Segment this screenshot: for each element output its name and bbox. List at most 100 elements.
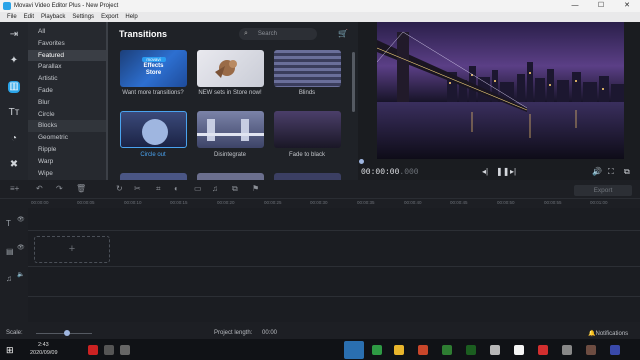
cut-icon[interactable]: ✂ — [134, 184, 141, 193]
add-track-icon[interactable]: ≡+ — [10, 184, 19, 193]
transition-wizard-icon[interactable]: ▭ — [194, 184, 202, 193]
taskbar-app-icon[interactable] — [372, 345, 382, 355]
cart-icon[interactable]: 🛒 — [338, 29, 348, 38]
taskbar-app-icon[interactable] — [88, 345, 98, 355]
tile-disintegrate[interactable] — [197, 111, 264, 148]
media-drop-zone[interactable]: + — [34, 236, 110, 263]
detach-icon[interactable]: ⧉ — [624, 167, 630, 177]
search-input[interactable]: ⌕ Search — [239, 28, 317, 40]
category-ripple[interactable]: Ripple — [28, 144, 108, 156]
tile-blinds[interactable] — [274, 50, 341, 87]
category-favorites[interactable]: Favorites — [28, 38, 108, 50]
tile-row3-b[interactable] — [197, 173, 264, 180]
category-warp[interactable]: Warp — [28, 156, 108, 168]
marker-icon[interactable]: ⚑ — [252, 184, 259, 193]
category-artistic[interactable]: Artistic — [28, 73, 108, 85]
undo-icon[interactable]: ↶ — [36, 184, 43, 193]
taskbar-app-icon[interactable] — [514, 345, 524, 355]
windows-start-icon[interactable]: ⊞ — [6, 345, 14, 356]
delete-icon[interactable]: 🗑 — [76, 184, 86, 193]
tile-row3-c[interactable] — [274, 173, 341, 180]
category-featured[interactable]: Featured — [28, 49, 108, 62]
tile-circle-out[interactable] — [120, 111, 187, 148]
mute-icon[interactable]: 🔈 — [17, 271, 24, 278]
taskbar-app-icon[interactable] — [490, 345, 500, 355]
ruler-tick: 00:00:45 — [450, 200, 468, 205]
taskbar-app-icon[interactable] — [394, 345, 404, 355]
scale-label: Scale: — [6, 330, 23, 336]
tile-new-sets[interactable] — [197, 50, 264, 87]
stickers-button[interactable]: ◔ — [0, 126, 28, 152]
highlight-icon[interactable]: ⧉ — [232, 184, 238, 194]
close-button[interactable]: ✕ — [614, 0, 640, 12]
taskbar-app-icon[interactable] — [344, 341, 364, 359]
store-badge-small: movavi — [141, 57, 166, 62]
taskbar-app-icon[interactable] — [104, 345, 114, 355]
taskbar-app-icon[interactable] — [418, 345, 428, 355]
ruler-tick: 00:00:00 — [31, 200, 49, 205]
taskbar-app-icon[interactable] — [466, 345, 476, 355]
audio-icon[interactable]: ♫ — [212, 184, 218, 193]
taskbar-app-icon[interactable] — [562, 345, 572, 355]
taskbar-app-icon[interactable] — [120, 345, 130, 355]
next-frame-button[interactable]: ▸| — [510, 167, 516, 176]
menu-playback[interactable]: Playback — [41, 14, 65, 20]
ruler-tick: 00:01:00 — [590, 200, 608, 205]
bridge-night-image — [377, 22, 624, 159]
timecode-main: 00:00:00 — [361, 168, 400, 177]
prev-frame-button[interactable]: ◂| — [482, 167, 488, 176]
track-divider — [28, 266, 640, 267]
menu-help[interactable]: Help — [125, 14, 137, 20]
menu-edit[interactable]: Edit — [24, 14, 34, 20]
transitions-button[interactable]: ▥ — [0, 74, 28, 100]
pause-button[interactable]: ❚❚ — [496, 167, 509, 176]
category-geometric[interactable]: Geometric — [28, 132, 108, 144]
more-tools-button[interactable]: ✖ — [0, 152, 28, 178]
export-button[interactable]: Export — [574, 185, 632, 196]
timeline-tracks[interactable]: + — [28, 208, 640, 322]
rotate-icon[interactable]: ↻ — [116, 184, 123, 193]
fullscreen-icon[interactable]: ⛶ — [608, 167, 614, 177]
taskbar-app-icon[interactable] — [610, 345, 620, 355]
magic-wand-icon: ✦ — [9, 55, 19, 66]
notifications-link[interactable]: 🔔Notifications — [588, 330, 628, 337]
menu-file[interactable]: File — [7, 14, 17, 20]
filters-button[interactable]: ✦ — [0, 48, 28, 74]
category-blocks[interactable]: Blocks — [28, 120, 108, 133]
taskbar-app-icon[interactable] — [586, 345, 596, 355]
bird-thumbnail — [215, 60, 237, 78]
taskbar-app-icon[interactable] — [442, 345, 452, 355]
category-all[interactable]: All — [28, 26, 108, 38]
menu-export[interactable]: Export — [101, 14, 118, 20]
visibility-icon[interactable]: 👁 — [17, 244, 25, 251]
minimize-button[interactable]: — — [562, 0, 588, 12]
tile-fade-to-black[interactable] — [274, 111, 341, 148]
category-parallax[interactable]: Parallax — [28, 61, 108, 73]
visibility-icon[interactable]: 👁 — [17, 216, 25, 223]
import-icon: ⇥ — [9, 29, 19, 40]
color-icon[interactable]: ◐ — [174, 184, 179, 193]
titles-button[interactable]: Tт — [0, 100, 28, 126]
taskbar-app-icon[interactable] — [538, 345, 548, 355]
menu-settings[interactable]: Settings — [72, 14, 94, 20]
volume-icon[interactable]: 🔊 — [592, 167, 602, 176]
title-bar: Movavi Video Editor Plus - New Project —… — [0, 0, 640, 12]
track-headers: T 👁 ▤ 👁 ♫ 🔈 — [0, 199, 28, 322]
ruler-tick: 00:00:25 — [264, 200, 282, 205]
category-wipe[interactable]: Wipe — [28, 168, 108, 180]
tile-effects-store[interactable]: movavi Effects Store — [120, 50, 187, 87]
maximize-button[interactable]: ☐ — [588, 0, 614, 12]
playhead-marker[interactable] — [359, 159, 364, 164]
category-circle[interactable]: Circle — [28, 109, 108, 121]
redo-icon[interactable]: ↷ — [56, 184, 63, 193]
ruler-tick: 00:00:35 — [357, 200, 375, 205]
scale-slider-thumb[interactable] — [64, 330, 70, 336]
crop-icon[interactable]: ⌗ — [156, 184, 161, 194]
category-blur[interactable]: Blur — [28, 97, 108, 109]
tile-label-disintegrate: Disintegrate — [213, 152, 246, 158]
import-button[interactable]: ⇥ — [0, 22, 28, 48]
tile-row3-a[interactable] — [120, 173, 187, 180]
gallery-scrollbar[interactable] — [352, 52, 355, 112]
category-fade[interactable]: Fade — [28, 85, 108, 97]
timeline-ruler[interactable]: 00:00:00 00:00:05 00:00:10 00:00:15 00:0… — [28, 199, 640, 208]
